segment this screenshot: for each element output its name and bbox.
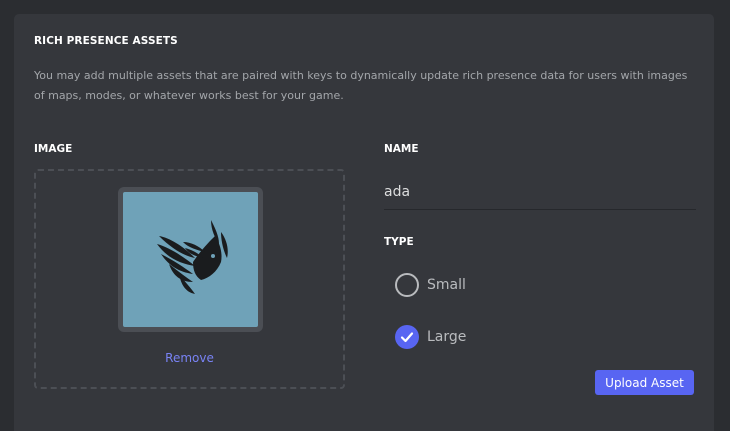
- bird-logo-icon: [157, 220, 228, 294]
- type-label: TYPE: [384, 236, 414, 248]
- type-option-large[interactable]: Large: [395, 325, 466, 349]
- upload-asset-button[interactable]: Upload Asset: [595, 370, 694, 395]
- type-option-small[interactable]: Small: [395, 273, 466, 297]
- type-option-label: Large: [427, 329, 467, 345]
- section-title: RICH PRESENCE ASSETS: [34, 35, 178, 47]
- rich-presence-assets-panel: RICH PRESENCE ASSETS You may add multipl…: [14, 14, 714, 431]
- asset-thumbnail-frame: [118, 187, 263, 332]
- image-label: IMAGE: [34, 143, 73, 155]
- section-description: You may add multiple assets that are pai…: [34, 69, 688, 102]
- image-dropzone[interactable]: Remove: [34, 169, 345, 389]
- name-label: NAME: [384, 143, 419, 155]
- radio-unchecked-icon[interactable]: [395, 273, 419, 297]
- remove-image-link[interactable]: Remove: [36, 351, 343, 365]
- checkmark-icon: [400, 332, 414, 343]
- asset-name-input[interactable]: [384, 174, 696, 210]
- asset-thumbnail: [123, 192, 258, 327]
- type-option-label: Small: [427, 277, 466, 293]
- radio-checked-icon[interactable]: [395, 325, 419, 349]
